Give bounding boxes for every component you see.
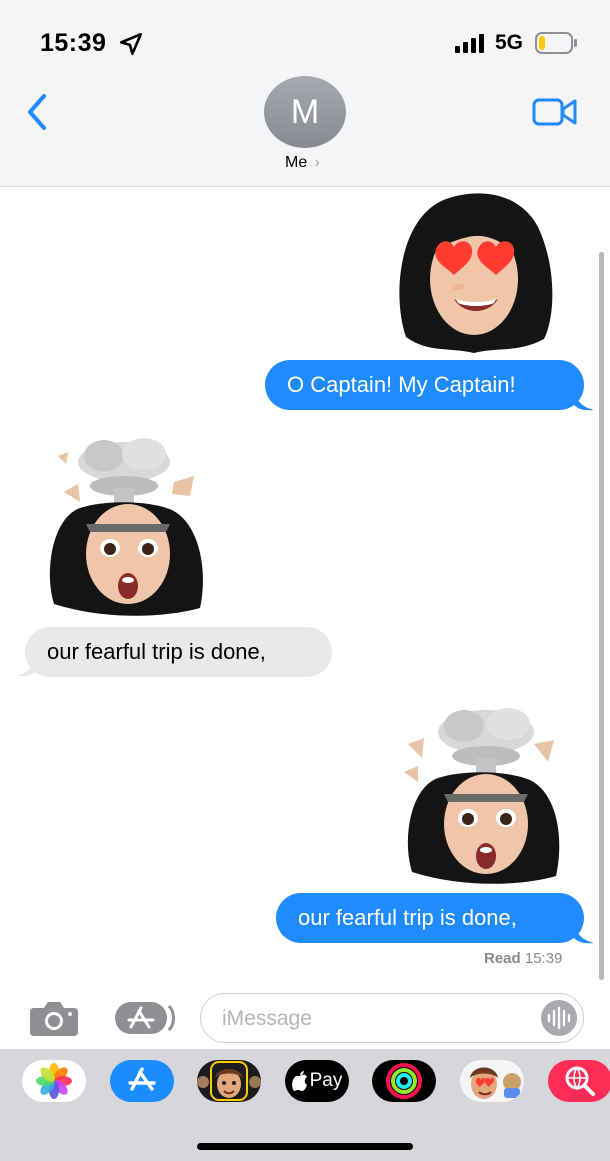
cellular-signal-icon	[455, 34, 484, 53]
back-chevron-icon[interactable]	[22, 90, 54, 134]
contact-name: Me	[285, 154, 308, 171]
app-store-drawer-icon[interactable]	[113, 1000, 175, 1036]
app-web-search[interactable]	[548, 1060, 610, 1102]
memoji-mind-blown-sticker[interactable]	[398, 700, 570, 892]
message-text: our fearful trip is done,	[298, 905, 517, 930]
web-search-icon	[565, 1066, 595, 1096]
home-indicator[interactable]	[197, 1143, 413, 1150]
memoji-app-icon	[197, 1061, 261, 1101]
message-text: O Captain! My Captain!	[287, 372, 516, 397]
app-app-store[interactable]	[110, 1060, 174, 1102]
contact-name-button[interactable]: Me ›	[285, 154, 320, 172]
location-arrow-icon	[119, 32, 143, 56]
audio-message-button[interactable]	[541, 1000, 577, 1036]
memoji-stickers-icon	[470, 1067, 521, 1099]
apple-pay-label: Pay	[309, 1070, 343, 1091]
bubble-tail	[16, 655, 36, 677]
status-time: 15:39	[40, 29, 107, 57]
scrollbar[interactable]	[599, 252, 604, 980]
avatar-initial: M	[290, 92, 320, 131]
memoji-mind-blown-sticker[interactable]	[44, 432, 216, 624]
imessage-input[interactable]: iMessage	[200, 993, 584, 1043]
message-text: our fearful trip is done,	[47, 639, 266, 664]
network-type: 5G	[495, 31, 524, 54]
app-memoji-stickers[interactable]	[460, 1060, 524, 1102]
app-drawer: Pay	[0, 1049, 610, 1161]
apple-pay-icon	[291, 1071, 307, 1091]
app-apple-pay[interactable]: Pay	[285, 1060, 349, 1102]
app-store-icon	[128, 1067, 156, 1091]
chevron-right-icon: ›	[314, 154, 320, 171]
input-placeholder: iMessage	[222, 1007, 312, 1030]
conversation-header: 15:39 5G M Me ›	[0, 0, 610, 187]
camera-icon[interactable]	[28, 998, 80, 1038]
read-receipt: Read 15:39	[484, 950, 562, 967]
read-time: 15:39	[524, 950, 563, 967]
activity-icon	[386, 1063, 422, 1099]
photos-icon	[36, 1063, 72, 1099]
bubble-tail	[574, 389, 594, 411]
app-activity[interactable]	[372, 1060, 436, 1102]
bubble-tail	[574, 922, 594, 944]
facetime-video-icon[interactable]	[532, 96, 578, 128]
sent-message-bubble[interactable]: O Captain! My Captain!	[265, 360, 584, 410]
received-message-bubble[interactable]: our fearful trip is done,	[25, 627, 332, 677]
contact-avatar[interactable]: M	[264, 76, 346, 148]
app-memoji[interactable]	[197, 1060, 261, 1102]
sent-message-bubble[interactable]: our fearful trip is done,	[276, 893, 584, 943]
waveform-icon	[547, 1006, 571, 1030]
app-photos[interactable]	[22, 1060, 86, 1102]
battery-icon	[535, 32, 577, 54]
memoji-heart-eyes-sticker[interactable]	[388, 187, 560, 357]
read-label: Read	[484, 950, 521, 967]
